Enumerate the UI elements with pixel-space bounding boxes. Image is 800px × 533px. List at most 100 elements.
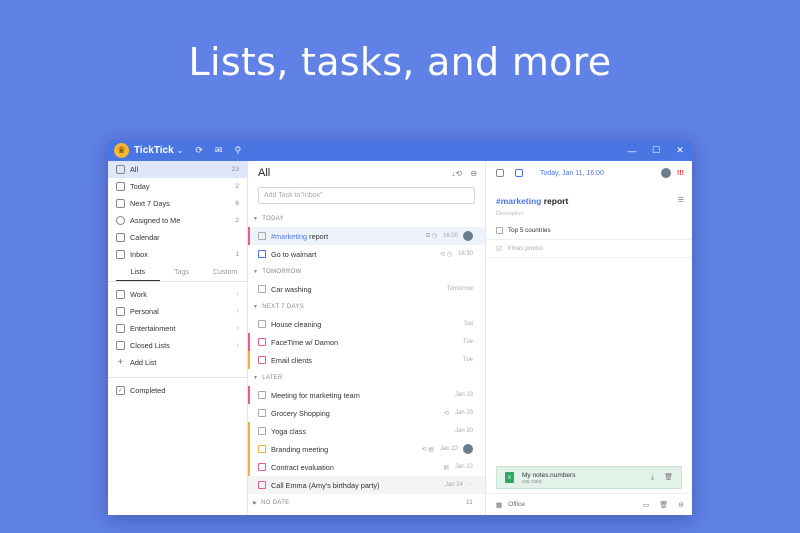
section-next-7-days[interactable]: ▼ NEXT 7 DAYS <box>248 298 485 315</box>
task-row[interactable]: Meeting for marketing team Jan 19 <box>248 386 485 404</box>
section-no-date[interactable]: ▶ NO DATE 11 <box>248 494 485 511</box>
calendar-icon[interactable] <box>515 169 523 177</box>
tab-custom[interactable]: Custom <box>203 269 247 281</box>
sidebar: All 23 Today 2 Next 7 Days 6 Assigned to… <box>108 161 248 515</box>
more-icon[interactable]: ··· <box>467 482 473 488</box>
priority-bar <box>248 422 250 440</box>
checkbox-icon[interactable] <box>496 169 504 177</box>
expand-arrow-icon: ▶ <box>253 499 258 506</box>
task-row[interactable]: FaceTime w/ Damon Tue <box>248 333 485 351</box>
more-icon[interactable]: ⊖ <box>678 502 684 509</box>
avatar <box>463 231 473 241</box>
check-icon: ✓ <box>116 386 125 395</box>
task-row[interactable]: Contract evaluation ▤ Jan 22 <box>248 458 485 476</box>
app-name[interactable]: TickTick <box>134 145 174 156</box>
comment-icon[interactable]: ▭ <box>643 502 650 509</box>
task-checkbox[interactable] <box>258 427 266 435</box>
minimize-icon[interactable]: — <box>620 146 644 156</box>
list-selector[interactable]: Office <box>508 501 525 508</box>
attachment-icon: ⧉ ◷ <box>425 233 437 239</box>
tab-tags[interactable]: Tags <box>160 269 204 281</box>
task-checkbox[interactable] <box>258 463 266 471</box>
due-date[interactable]: Today, Jan 11, 16:00 <box>540 170 604 177</box>
task-checkbox[interactable] <box>258 481 266 489</box>
task-checkbox[interactable] <box>258 285 266 293</box>
divider <box>108 377 247 378</box>
sidebar-item-completed[interactable]: ✓ Completed <box>108 382 247 399</box>
headline: Lists, tasks, and more <box>188 40 612 84</box>
task-checkbox[interactable] <box>258 232 266 240</box>
sort-icon[interactable]: ↓⟲ <box>451 169 462 178</box>
task-checkbox[interactable] <box>258 356 266 364</box>
checklist-item[interactable]: Top 5 countries <box>486 222 692 240</box>
trash-icon[interactable]: 🗑 <box>664 474 673 481</box>
sidebar-item-today[interactable]: Today 2 <box>108 178 247 195</box>
close-icon[interactable]: ✕ <box>668 145 692 156</box>
chevron-left-icon: ‹ <box>236 308 239 315</box>
sidebar-item-entertainment[interactable]: Entertainment ‹ <box>108 320 247 337</box>
task-row[interactable]: Yoga class Jan 20 <box>248 422 485 440</box>
checklist-item[interactable]: ☑ Xmas promo <box>486 240 692 258</box>
collapse-arrow-icon: ▼ <box>253 215 259 222</box>
task-checkbox[interactable] <box>258 445 266 453</box>
section-today[interactable]: ▼ TODAY <box>248 210 485 227</box>
list-icon: ▦ <box>496 501 503 509</box>
sidebar-item-work[interactable]: Work ‹ <box>108 286 247 303</box>
task-row[interactable]: Branding meeting ⟲ ▤ Jan 22 <box>248 440 485 458</box>
note-icon: ▤ <box>443 464 449 471</box>
task-row[interactable]: Email clients Tue <box>248 351 485 369</box>
checklist-checkbox[interactable] <box>496 227 503 234</box>
list-format-icon[interactable]: ☰ <box>678 196 684 204</box>
sidebar-item-all[interactable]: All 23 <box>108 161 247 178</box>
priority-flag[interactable]: !!! <box>677 170 684 177</box>
tab-lists[interactable]: Lists <box>116 269 160 281</box>
task-checkbox[interactable] <box>258 320 266 328</box>
task-checkbox[interactable] <box>258 409 266 417</box>
more-icon[interactable]: ⊖ <box>470 169 477 178</box>
add-task-input[interactable]: Add Task to"Inbox" <box>258 187 475 204</box>
task-row[interactable]: Call Emma (Amy's birthday party) Jan 24 ·… <box>248 476 485 494</box>
sidebar-item-next-7-days[interactable]: Next 7 Days 6 <box>108 195 247 212</box>
task-list-pane: All ↓⟲ ⊖ Add Task to"Inbox" ▼ TODAY #mark… <box>248 161 486 515</box>
priority-bar <box>248 280 250 298</box>
checked-icon[interactable]: ☑ <box>496 245 502 253</box>
task-checkbox[interactable] <box>258 391 266 399</box>
priority-bar <box>248 351 250 369</box>
task-checkbox[interactable] <box>258 250 266 258</box>
sidebar-item-closed-lists[interactable]: Closed Lists ‹ <box>108 337 247 354</box>
sidebar-item-calendar[interactable]: Calendar <box>108 229 247 246</box>
titlebar: ♛ TickTick ⌄ ⟳ ✉ ⚲ — ☐ ✕ <box>108 140 692 161</box>
spreadsheet-icon: x <box>505 472 514 483</box>
task-row[interactable]: Grocery Shopping ⟲ Jan 20 <box>248 404 485 422</box>
task-title[interactable]: #marketing report ☰ <box>486 185 692 206</box>
priority-bar <box>248 245 250 263</box>
search-icon[interactable]: ⚲ <box>234 145 241 156</box>
description-field[interactable]: Description <box>486 206 692 222</box>
download-icon[interactable]: ⤓ <box>651 474 654 481</box>
task-row[interactable]: Go to walmart ⟲ ◷ 18:30 <box>248 245 485 263</box>
avatar[interactable] <box>661 168 671 178</box>
sidebar-item-personal[interactable]: Personal ‹ <box>108 303 247 320</box>
priority-bar <box>248 404 250 422</box>
section-later[interactable]: ▼ LATER <box>248 369 485 386</box>
calendar-icon <box>116 233 125 242</box>
chevron-down-icon[interactable]: ⌄ <box>177 146 184 155</box>
inbox-icon <box>116 250 125 259</box>
maximize-icon[interactable]: ☐ <box>644 145 668 156</box>
detail-footer: ▦ Office ▭ 🗑 ⊖ <box>486 493 692 515</box>
attachment-card[interactable]: x My notes.numbers 105.73KB ⤓ 🗑 <box>496 466 682 489</box>
sidebar-item-assigned[interactable]: Assigned to Me 2 <box>108 212 247 229</box>
task-row[interactable]: #marketing report ⧉ ◷ 16:00 <box>248 227 485 245</box>
sync-icon[interactable]: ⟳ <box>195 145 203 156</box>
section-tomorrow[interactable]: ▼ TOMORROW <box>248 263 485 280</box>
sidebar-item-inbox[interactable]: Inbox 1 <box>108 246 247 263</box>
add-list-button[interactable]: + Add List <box>108 354 247 371</box>
task-row[interactable]: House cleaning Sat <box>248 315 485 333</box>
task-row[interactable]: Car washing Tomorrow <box>248 280 485 298</box>
mail-icon[interactable]: ✉ <box>215 145 223 156</box>
chevron-left-icon: ‹ <box>236 325 239 332</box>
all-icon <box>116 165 125 174</box>
plus-icon: + <box>117 357 124 368</box>
task-checkbox[interactable] <box>258 338 266 346</box>
trash-icon[interactable]: 🗑 <box>659 502 668 509</box>
